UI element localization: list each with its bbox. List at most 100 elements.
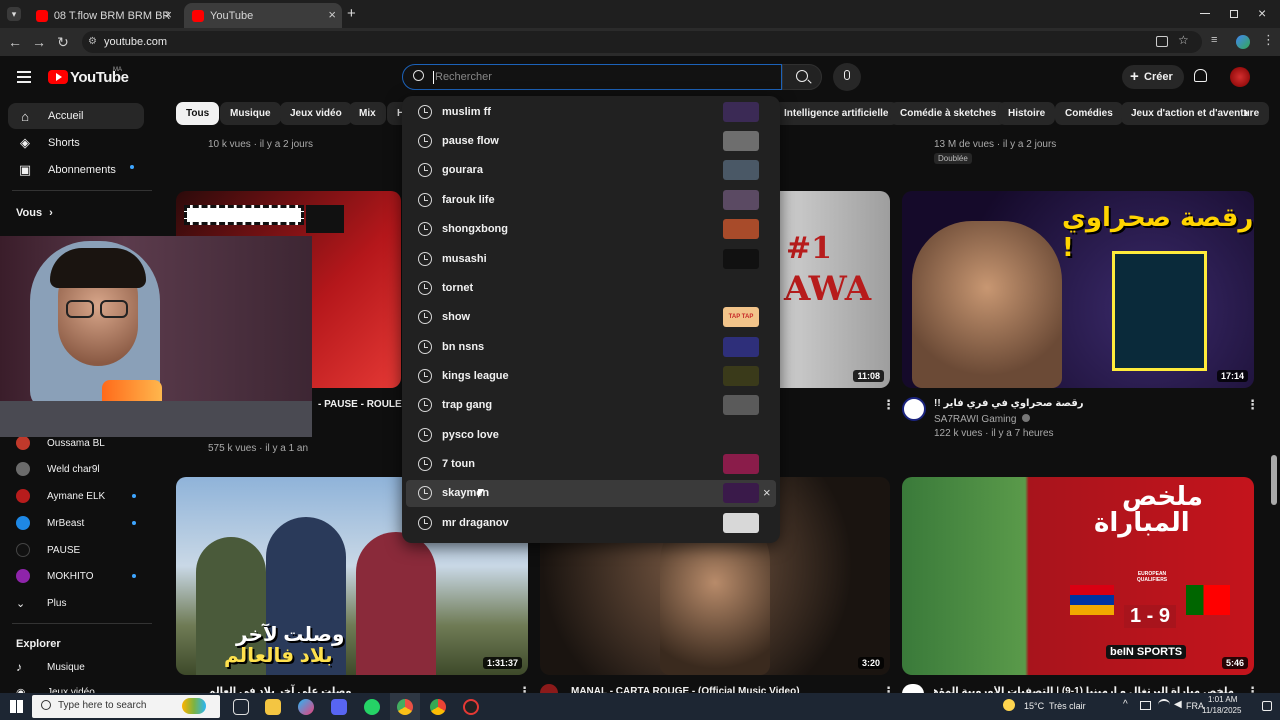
url-field[interactable]: ⚙ youtube.com	[82, 31, 1202, 53]
sidebar-vous-link[interactable]: Vous ›	[16, 207, 53, 219]
sidebar-more-link[interactable]: ⌄ Plus	[16, 593, 146, 613]
subscription-item[interactable]: Weld char9l	[16, 459, 146, 479]
sidebar-item-musique[interactable]: ♪ Musique	[16, 657, 146, 677]
video-title[interactable]: - PAUSE - ROULET	[318, 399, 408, 410]
sidebar-item-label: Shorts	[48, 137, 80, 149]
more-options-icon[interactable]: ⋮	[1246, 398, 1259, 411]
notifications-bell-icon[interactable]	[1194, 69, 1207, 82]
sidebar-item-shorts[interactable]: ◈ Shorts	[8, 130, 144, 156]
menu-hamburger-icon[interactable]	[17, 71, 31, 83]
video-thumbnail[interactable]: #1 AWA 11:08	[780, 191, 890, 388]
voice-search-button[interactable]	[833, 63, 861, 91]
subscription-item[interactable]: MOKHITO	[16, 566, 146, 586]
minimize-icon[interactable]	[1200, 13, 1210, 14]
weather-text[interactable]: 15°C Très clair	[1024, 701, 1086, 711]
discord-icon[interactable]	[331, 699, 347, 715]
windows-start-icon[interactable]	[10, 700, 23, 713]
suggestion-text: pause flow	[442, 135, 499, 147]
chip-jeux-video[interactable]: Jeux vidéo	[280, 102, 352, 125]
subscription-item[interactable]: MrBeast	[16, 513, 146, 533]
bookmark-star-icon[interactable]: ☆	[1178, 33, 1189, 47]
create-button[interactable]: + Créer	[1122, 65, 1184, 89]
taskbar-search-box[interactable]: Type here to search	[32, 695, 220, 718]
browser-tab-active[interactable]: YouTube ×	[184, 3, 342, 28]
chips-next-chevron-icon[interactable]: ›	[1243, 104, 1248, 122]
volume-icon[interactable]: ◀	[1174, 699, 1182, 710]
notification-center-icon[interactable]	[1262, 701, 1272, 711]
video-thumbnail[interactable]: ملخص المباراة EUROPEAN QUALIFIERS 1 - 9 …	[902, 477, 1254, 675]
remove-suggestion-icon[interactable]: ×	[763, 485, 771, 500]
search-icon	[413, 70, 424, 81]
suggestion-thumbnail	[723, 131, 759, 151]
armenia-flag	[1070, 585, 1114, 615]
install-app-icon[interactable]	[1156, 36, 1168, 47]
reading-list-icon[interactable]: ≡	[1211, 34, 1217, 46]
browser-menu-icon[interactable]: ⋮	[1262, 32, 1275, 48]
chip-mix[interactable]: Mix	[349, 102, 386, 125]
browser-tab[interactable]: 08 T.flow BRM BRM BRM, je su ×	[28, 3, 178, 28]
channel-name: Oussama BL	[47, 437, 105, 449]
suggestion-item[interactable]: bn nsns	[406, 334, 776, 361]
clock-time[interactable]: 1:01 AM	[1208, 695, 1237, 704]
close-tab-icon[interactable]: ×	[328, 7, 336, 22]
clock-date[interactable]: 11/18/2025	[1202, 706, 1241, 715]
suggestion-item[interactable]: muslim ff	[406, 99, 776, 126]
suggestion-item[interactable]: gourara	[406, 157, 776, 184]
more-options-icon[interactable]: ⋮	[882, 398, 895, 411]
suggestion-item[interactable]: shongxbong	[406, 216, 776, 243]
suggestion-thumbnail	[723, 513, 759, 533]
back-icon[interactable]: ←	[6, 33, 24, 51]
subscription-item[interactable]: Aymane ELK	[16, 486, 146, 506]
suggestion-item[interactable]: pysco love	[406, 422, 776, 449]
chip-histoire[interactable]: Histoire	[998, 102, 1056, 125]
site-info-icon[interactable]: ⚙	[88, 31, 97, 53]
suggestion-item[interactable]: kings league	[406, 363, 776, 390]
video-meta: 13 M de vues · il y a 2 jours	[934, 139, 1057, 150]
task-view-icon[interactable]	[233, 699, 249, 715]
chip-musique[interactable]: Musique	[220, 102, 281, 125]
suggestion-item-hovered[interactable]: skaymen ×	[406, 480, 776, 507]
video-thumbnail[interactable]: رقصة صحراوي ! 17:14	[902, 191, 1254, 388]
account-avatar[interactable]	[1230, 67, 1250, 87]
search-button[interactable]	[782, 64, 822, 90]
suggestion-item[interactable]: 7 toun	[406, 451, 776, 478]
reload-icon[interactable]: ↻	[54, 33, 72, 51]
subscription-item[interactable]: PAUSE	[16, 540, 146, 560]
suggestion-item[interactable]: tornet	[406, 275, 776, 302]
whatsapp-icon[interactable]	[364, 699, 380, 715]
chip-comedie-a-sketches[interactable]: Comédie à sketches	[890, 102, 1007, 125]
network-icon[interactable]	[1140, 701, 1151, 710]
suggestion-item[interactable]: mr draganov	[406, 510, 776, 537]
chip-intelligence-artificielle[interactable]: Intelligence artificielle	[774, 102, 899, 125]
new-tab-icon[interactable]: +	[347, 5, 356, 22]
suggestion-item[interactable]: pause flow	[406, 128, 776, 155]
extension-icon[interactable]	[1236, 35, 1250, 49]
suggestion-text: musashi	[442, 253, 487, 265]
forward-icon[interactable]: →	[30, 33, 48, 51]
suggestion-item[interactable]: farouk life	[406, 187, 776, 214]
restore-icon[interactable]	[1230, 10, 1238, 18]
wifi-icon[interactable]	[1158, 699, 1170, 711]
page-scrollbar[interactable]	[1271, 455, 1277, 505]
copilot-app-icon[interactable]	[298, 699, 314, 715]
tray-chevron-icon[interactable]: ^	[1123, 699, 1128, 710]
suggestion-item[interactable]: musashi	[406, 246, 776, 273]
app-icon[interactable]	[463, 699, 479, 715]
chip-comedies[interactable]: Comédies	[1055, 102, 1123, 125]
channel-name[interactable]: SA7RAWI Gaming	[934, 414, 1031, 425]
close-tab-icon[interactable]: ×	[164, 7, 172, 22]
tab-list-chevron-icon[interactable]: ▾	[7, 7, 21, 21]
youtube-logo-icon[interactable]	[48, 70, 68, 84]
chip-tous[interactable]: Tous	[176, 102, 220, 125]
suggestion-thumbnail	[723, 337, 759, 357]
channel-avatar[interactable]	[902, 397, 926, 421]
search-input[interactable]: Rechercher	[402, 64, 782, 90]
video-title[interactable]: رقصة صحراوي في فري فاير !!	[934, 398, 1084, 409]
chrome-profile-icon[interactable]	[430, 699, 446, 715]
close-window-icon[interactable]: ×	[1258, 5, 1266, 21]
sidebar-item-abonnements[interactable]: ▣ Abonnements	[8, 157, 144, 183]
suggestion-item[interactable]: show TAP TAP	[406, 304, 776, 331]
suggestion-item[interactable]: trap gang	[406, 392, 776, 419]
sidebar-item-accueil[interactable]: ⌂ Accueil	[8, 103, 144, 129]
file-explorer-icon[interactable]	[265, 699, 281, 715]
